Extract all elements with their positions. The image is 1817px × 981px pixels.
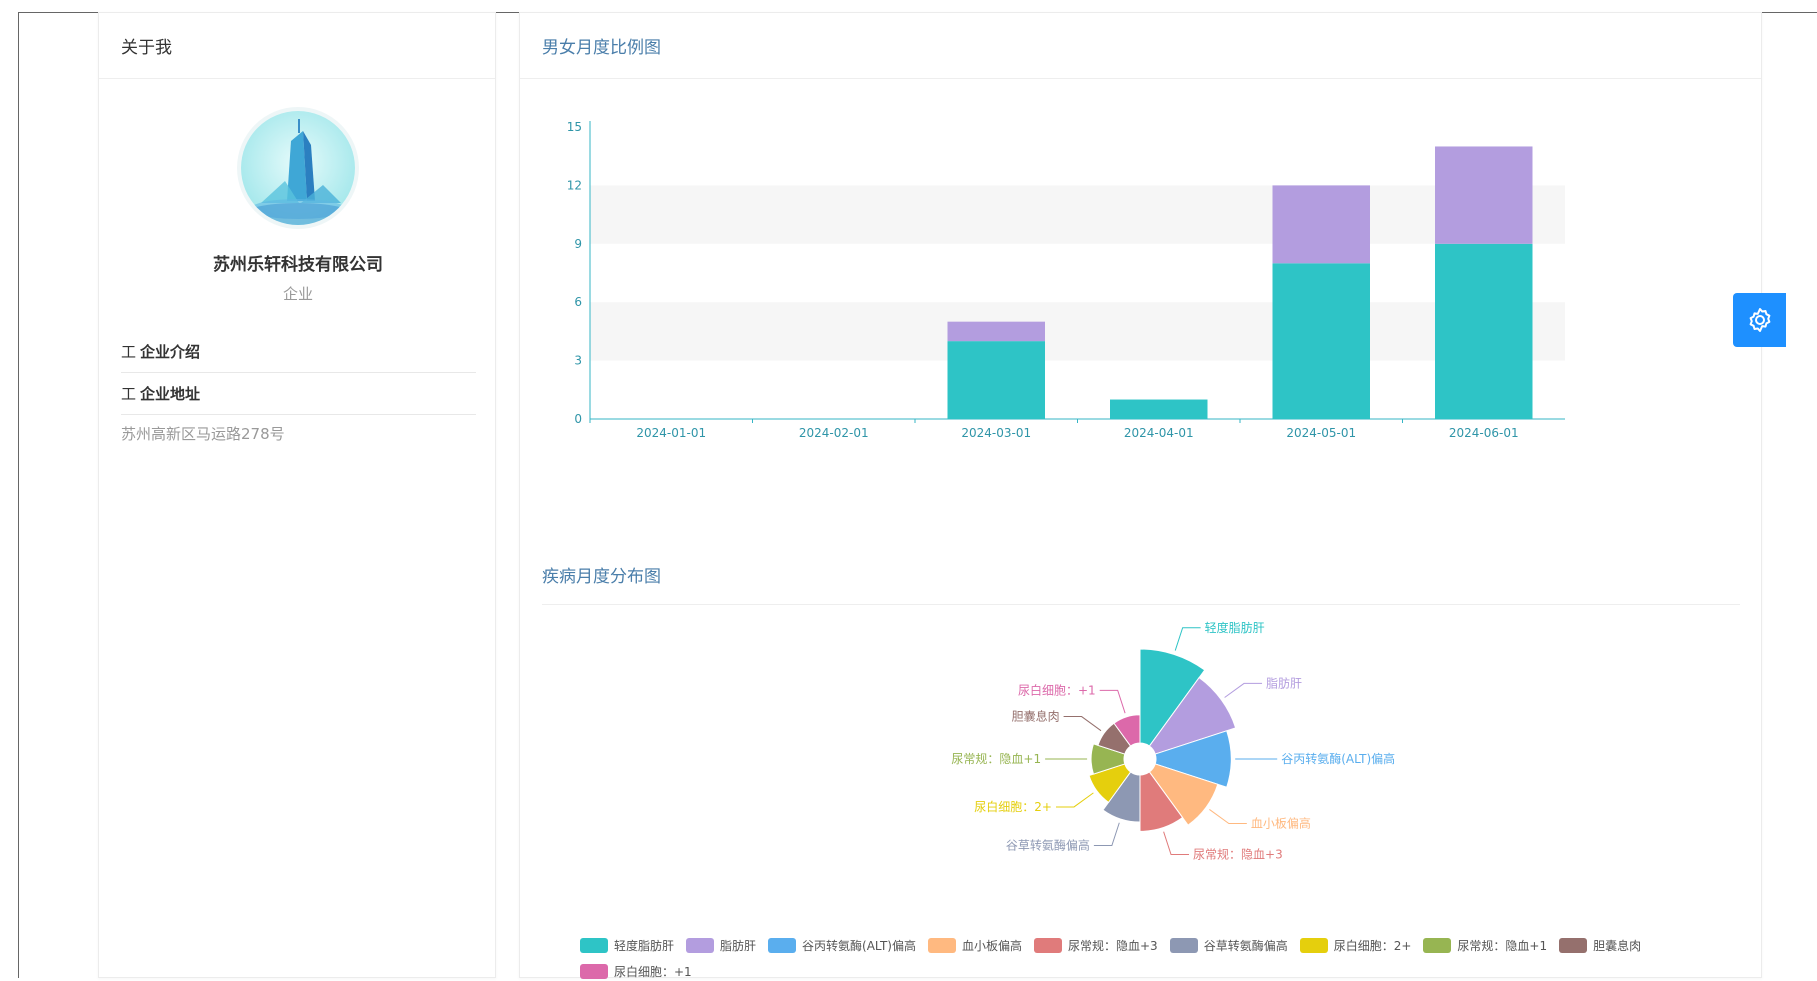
company-address-value: 苏州高新区马运路278号: [121, 425, 285, 443]
legend-item[interactable]: 胆囊息肉: [1559, 935, 1641, 955]
x-tick-label: 2024-03-01: [961, 426, 1031, 440]
company-name: 苏州乐轩科技有限公司: [213, 255, 383, 275]
company-type: 企业: [282, 285, 313, 303]
x-tick-label: 2024-05-01: [1286, 426, 1356, 440]
bar-chart: 0 3 6 9 12 15 2024-01-01 2024-02-01 2024-03-01 20…: [567, 120, 1565, 440]
legend-swatch: [1559, 937, 1588, 953]
pie-label-line: [1224, 682, 1263, 698]
pie-slice-label: 尿白细胞：2+: [974, 799, 1052, 814]
pie-slice-label: 谷草转氨酶偏高: [1006, 838, 1090, 853]
y-tick-label: 0: [574, 412, 582, 426]
x-tick-label: 2024-04-01: [1124, 426, 1194, 440]
x-tick-label: 2024-02-01: [799, 426, 869, 440]
pie-label-line: [1063, 716, 1102, 732]
charts-card: 男女月度比例图 0 3 6 9 12 15 2024-01-01 2024-02-01 2024…: [519, 12, 1762, 981]
legend-swatch: [1423, 937, 1452, 953]
y-tick-label: 3: [574, 354, 582, 368]
legend-label: 谷丙转氨酶(ALT)偏高: [802, 938, 916, 953]
gear-icon: [1749, 308, 1770, 332]
legend-label: 谷草转氨酶偏高: [1203, 938, 1288, 953]
pie-label-line: [1055, 792, 1094, 808]
pie-legend: 轻度脂肪肝 脂肪肝 谷丙转氨酶(ALT)偏高 血小板偏高 尿常规：隐血+3 谷草转氨酶偏高…: [580, 935, 1740, 981]
pie-slice-label: 脂肪肝: [1266, 675, 1302, 690]
y-tick-label: 9: [574, 237, 582, 251]
legend-label: 尿常规：隐血+1: [1457, 938, 1548, 953]
pie-slice-label: 尿常规：隐血+1: [951, 751, 1041, 766]
legend-label: 轻度脂肪肝: [614, 938, 675, 953]
company-address-label: 企业地址: [140, 385, 201, 403]
legend-item[interactable]: 尿白细胞：+1: [580, 961, 692, 981]
legend-item[interactable]: 尿常规：隐血+3: [1033, 935, 1158, 955]
pie-label-line: [1174, 627, 1201, 651]
company-address-row[interactable]: 工 企业地址: [121, 373, 476, 415]
pie-label-line: [1099, 689, 1126, 714]
legend-label: 尿白细胞：2+: [1333, 938, 1412, 953]
legend-item[interactable]: 尿常规：隐血+1: [1423, 935, 1547, 955]
company-intro-label: 企业介绍: [140, 343, 201, 361]
legend-swatch: [1299, 937, 1328, 953]
legend-label: 尿常规：隐血+3: [1067, 938, 1158, 953]
pie-label-line: [1209, 809, 1247, 825]
legend-swatch: [1033, 937, 1062, 953]
pie-slice-label: 谷丙转氨酶(ALT)偏高: [1281, 751, 1395, 766]
pie-slice-label: 尿常规：隐血+3: [1193, 846, 1283, 861]
company-intro-row[interactable]: 工 企业介绍: [121, 331, 476, 373]
legend-label: 尿白细胞：+1: [614, 964, 692, 979]
bar-segment[interactable]: [947, 321, 1046, 342]
grid-band: [590, 302, 1565, 361]
legend-item[interactable]: 轻度脂肪肝: [580, 935, 674, 955]
x-tick-label: 2024-01-01: [636, 426, 706, 440]
legend-swatch: [768, 937, 797, 953]
pie-slice-label: 血小板偏高: [1251, 816, 1311, 831]
about-header: 关于我: [99, 13, 495, 79]
company-avatar: [241, 111, 355, 225]
legend-swatch: [580, 937, 608, 953]
bar-segment[interactable]: [947, 341, 1046, 419]
settings-button[interactable]: [1733, 293, 1786, 347]
pie-slice-label: 尿白细胞：+1: [1018, 682, 1096, 697]
pie-slice-label: 轻度脂肪肝: [1205, 620, 1265, 635]
bar-segment[interactable]: [1110, 399, 1208, 419]
y-tick-label: 6: [574, 295, 582, 309]
legend-item[interactable]: 谷草转氨酶偏高: [1169, 935, 1288, 955]
legend-item[interactable]: 脂肪肝: [686, 935, 756, 955]
legend-label: 胆囊息肉: [1593, 938, 1642, 953]
grid-band: [590, 185, 1565, 244]
legend-label: 血小板偏高: [961, 938, 1022, 953]
document-icon: 工: [121, 385, 137, 403]
legend-swatch: [1169, 937, 1198, 953]
pie-chart: 轻度脂肪肝脂肪肝谷丙转氨酶(ALT)偏高血小板偏高尿常规：隐血+3 谷草转氨酶偏高…: [951, 620, 1395, 862]
x-tick-label: 2024-06-01: [1449, 426, 1519, 440]
pie-label-line: [1093, 822, 1120, 847]
y-tick-label: 12: [567, 178, 582, 192]
bar-segment[interactable]: [1272, 263, 1371, 419]
legend-swatch: [686, 937, 715, 953]
bar-segment[interactable]: [1435, 146, 1533, 244]
legend-item[interactable]: 血小板偏高: [927, 935, 1022, 955]
pie-slice-label: 胆囊息肉: [1012, 709, 1060, 724]
y-tick-label: 15: [567, 120, 582, 134]
bar-chart-title: 男女月度比例图: [520, 13, 1761, 79]
bar-segment[interactable]: [1272, 185, 1371, 264]
legend-swatch: [580, 963, 608, 979]
legend-item[interactable]: 谷丙转氨酶(ALT)偏高: [768, 935, 916, 955]
legend-swatch: [927, 937, 956, 953]
pie-label-line: [1163, 831, 1190, 855]
legend-label: 脂肪肝: [720, 938, 757, 953]
document-icon: 工: [121, 343, 137, 361]
about-card: 关于我 苏州乐轩科技有限公司 企业 工 企业介绍 工 企业地址 苏州高新区马运路…: [98, 12, 496, 978]
bar-segment[interactable]: [1435, 243, 1533, 419]
pie-chart-title: 疾病月度分布图: [542, 545, 1740, 605]
legend-item[interactable]: 尿白细胞：2+: [1299, 935, 1412, 955]
